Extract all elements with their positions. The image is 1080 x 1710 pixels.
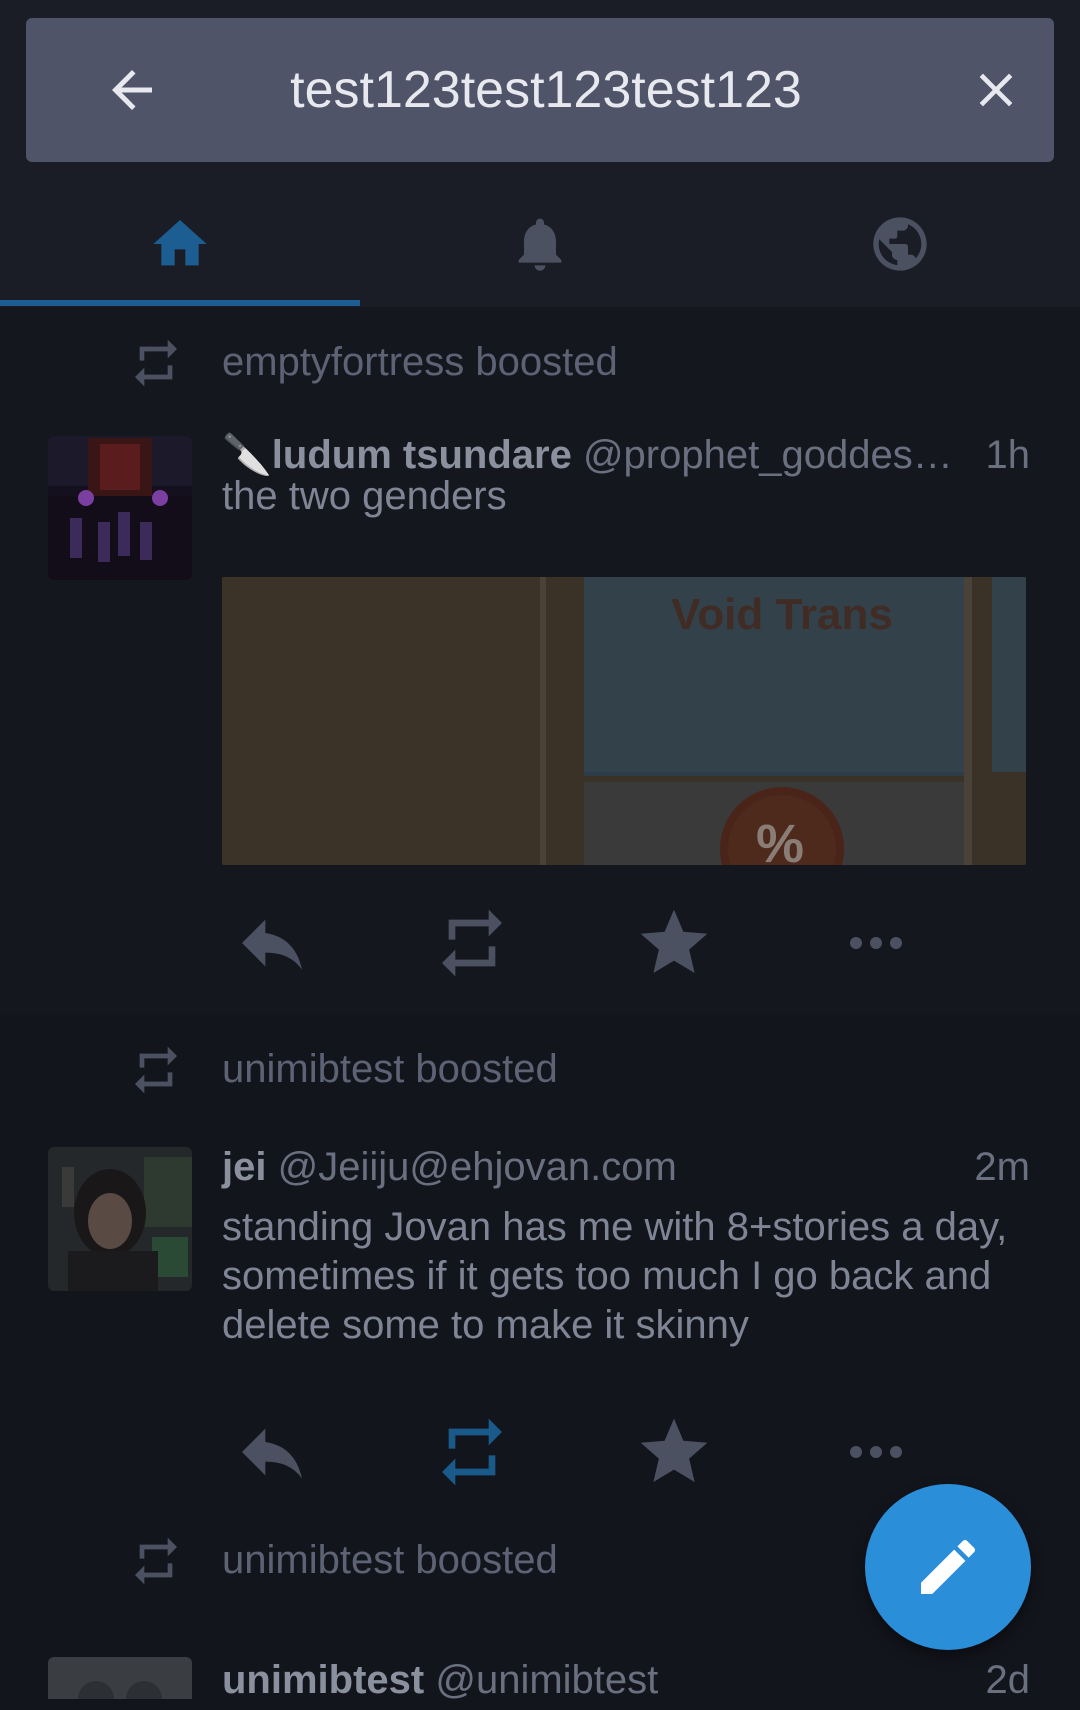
globe-icon bbox=[873, 217, 927, 271]
top-app-bar bbox=[0, 0, 1080, 307]
compose-button[interactable] bbox=[865, 1484, 1031, 1650]
status-card[interactable]: unimibtest boosted jei @Jeiiju@ehjovan.c… bbox=[0, 1015, 1080, 1525]
search-input[interactable] bbox=[226, 54, 866, 126]
status-content: standing Jovan has me with 8+stories a d… bbox=[222, 1205, 1008, 1347]
star-icon[interactable] bbox=[634, 903, 714, 983]
account-handle: @Jeiiju@ehjovan.com bbox=[277, 1145, 677, 1189]
timestamp: 2m bbox=[974, 1145, 1030, 1189]
boosted-by-row: emptyfortress boosted bbox=[0, 327, 1080, 397]
tab-home[interactable] bbox=[0, 162, 360, 307]
avatar[interactable] bbox=[48, 1657, 192, 1699]
boosted-by-text: unimibtest boosted bbox=[222, 1538, 558, 1582]
boost-button-icon[interactable] bbox=[432, 1412, 512, 1492]
display-name[interactable]: jei bbox=[222, 1145, 266, 1189]
close-icon[interactable] bbox=[968, 62, 1024, 118]
display-name[interactable]: unimibtest bbox=[222, 1658, 424, 1702]
display-name[interactable]: 🔪ludum tsundare bbox=[222, 433, 572, 477]
status-actions bbox=[0, 1412, 1080, 1492]
boosted-by-row: unimibtest boosted bbox=[0, 1034, 1080, 1104]
boost-icon bbox=[128, 1042, 184, 1098]
back-arrow-icon[interactable] bbox=[102, 60, 162, 120]
more-options-icon[interactable] bbox=[836, 1412, 916, 1492]
avatar[interactable] bbox=[48, 436, 192, 580]
star-icon[interactable] bbox=[634, 1412, 714, 1492]
boosted-by-text: unimibtest boosted bbox=[222, 1047, 558, 1091]
media-caption-text: Void Trans bbox=[671, 590, 893, 639]
tab-public[interactable] bbox=[720, 162, 1080, 307]
search-bar bbox=[26, 18, 1054, 162]
boosted-by-text: emptyfortress boosted bbox=[222, 340, 618, 384]
media-percent-text: % bbox=[756, 814, 804, 865]
account-handle: @prophet_goddes… bbox=[582, 433, 953, 477]
status-content: the two genders bbox=[222, 474, 507, 518]
boost-button-icon[interactable] bbox=[432, 903, 512, 983]
reply-icon[interactable] bbox=[232, 1412, 312, 1492]
boost-icon bbox=[128, 1533, 184, 1589]
status-actions bbox=[0, 903, 1080, 983]
home-icon bbox=[153, 220, 207, 266]
media-attachment[interactable]: Void Trans % bbox=[222, 577, 1026, 865]
status-card[interactable]: emptyfortress boosted 🔪ludum tsundare @p… bbox=[0, 307, 1080, 1015]
more-options-icon[interactable] bbox=[836, 903, 916, 983]
active-tab-indicator bbox=[0, 300, 360, 306]
status-header: jei @Jeiiju@ehjovan.com 2m bbox=[222, 1137, 1080, 1197]
tab-bar bbox=[0, 162, 1080, 307]
reply-icon[interactable] bbox=[232, 903, 312, 983]
boost-icon bbox=[128, 335, 184, 391]
timestamp: 2d bbox=[985, 1658, 1031, 1702]
account-handle: @unimibtest bbox=[435, 1658, 659, 1702]
pencil-icon bbox=[921, 1539, 976, 1594]
tab-notifications[interactable] bbox=[360, 162, 720, 307]
bell-icon bbox=[518, 218, 562, 271]
avatar[interactable] bbox=[48, 1147, 192, 1291]
status-header: unimibtest @unimibtest 2d bbox=[222, 1650, 1080, 1710]
